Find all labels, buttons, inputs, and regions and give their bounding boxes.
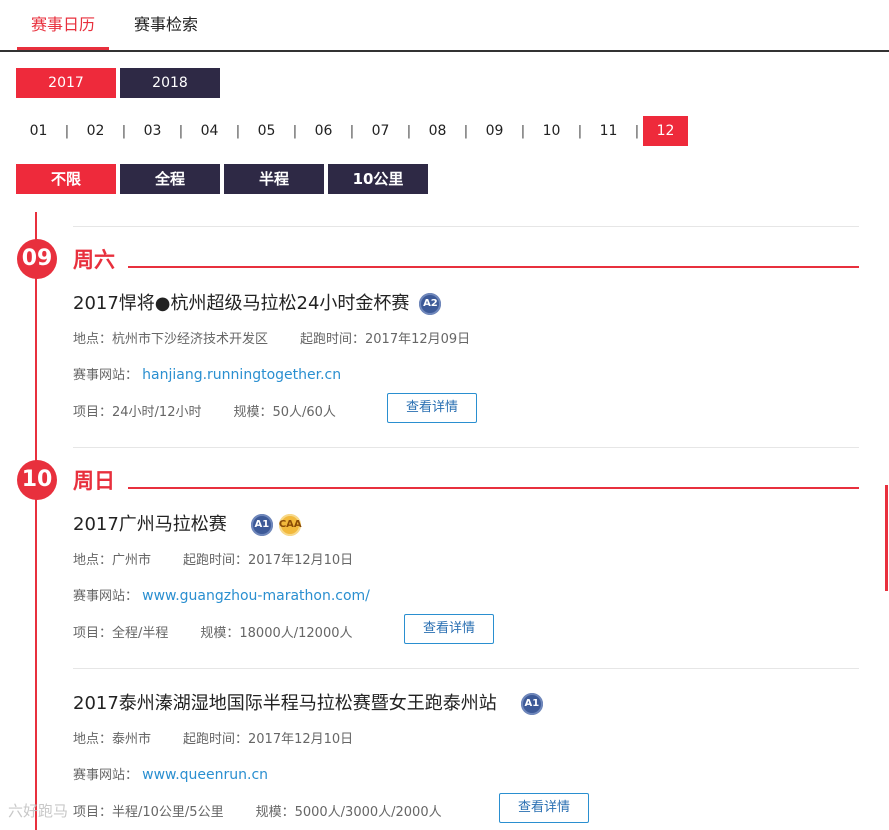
grade-badge-icon: A1 bbox=[250, 514, 273, 536]
event-start-time: 起跑时间：2017年12月10日 bbox=[183, 553, 354, 568]
month-09-button[interactable]: 09 bbox=[472, 116, 517, 146]
year-filter: 2017 2018 bbox=[16, 68, 220, 98]
filter-half-button[interactable]: 半程 bbox=[224, 164, 324, 194]
view-details-button[interactable]: 查看详情 bbox=[499, 793, 589, 823]
divider bbox=[73, 226, 859, 227]
month-separator: | bbox=[463, 123, 469, 139]
month-separator: | bbox=[178, 123, 184, 139]
event-items: 项目：半程/10公里/5公里 bbox=[73, 805, 224, 820]
month-03-button[interactable]: 03 bbox=[130, 116, 175, 146]
day-rule bbox=[128, 487, 859, 489]
month-separator: | bbox=[577, 123, 583, 139]
month-04-button[interactable]: 04 bbox=[187, 116, 232, 146]
event-start-time: 起跑时间：2017年12月09日 bbox=[300, 332, 471, 347]
event-location: 地点：杭州市下沙经济技术开发区 bbox=[73, 332, 269, 347]
month-separator: | bbox=[406, 123, 412, 139]
grade-badge-icon: A2 bbox=[419, 293, 442, 315]
event-scale: 规模：50人/60人 bbox=[233, 405, 336, 420]
event-location: 地点：泰州市 bbox=[73, 732, 152, 747]
grade-badge-icon: A1 bbox=[520, 693, 543, 715]
filter-full-button[interactable]: 全程 bbox=[120, 164, 220, 194]
timeline-line bbox=[35, 212, 37, 830]
month-10-button[interactable]: 10 bbox=[529, 116, 574, 146]
day-rule bbox=[128, 266, 859, 268]
year-2017-button[interactable]: 2017 bbox=[16, 68, 116, 98]
month-11-button[interactable]: 11 bbox=[586, 116, 631, 146]
filter-all-button[interactable]: 不限 bbox=[16, 164, 116, 194]
tab-bar: 赛事日历 赛事检索 bbox=[0, 0, 889, 52]
event-website-row: 赛事网站： hanjiang.runningtogether.cn bbox=[73, 364, 341, 383]
event-website-row: 赛事网站： www.guangzhou-marathon.com/ bbox=[73, 585, 370, 604]
month-separator: | bbox=[634, 123, 640, 139]
watermark: 六好跑马 bbox=[8, 802, 69, 820]
filter-10k-button[interactable]: 10公里 bbox=[328, 164, 428, 194]
divider bbox=[73, 447, 859, 448]
month-separator: | bbox=[64, 123, 70, 139]
event-location-row: 地点：广州市 起跑时间：2017年12月10日 bbox=[73, 549, 353, 568]
event-website-link[interactable]: www.guangzhou-marathon.com/ bbox=[142, 588, 370, 604]
caa-badge-icon: CAA bbox=[278, 514, 302, 536]
month-filter: 01 | 02 | 03 | 04 | 05 | 06 | 07 | 08 | 09 | 10 | … bbox=[16, 116, 688, 146]
event-title-text[interactable]: 2017悍将●杭州超级马拉松24小时金杯赛 bbox=[73, 293, 409, 314]
day-badge: 10 bbox=[17, 460, 57, 500]
weekday-label: 周日 bbox=[73, 469, 115, 493]
event-title[interactable]: 2017广州马拉松赛 A1 CAA bbox=[73, 510, 302, 536]
scrollbar-thumb[interactable] bbox=[885, 485, 888, 591]
event-items: 项目：全程/半程 bbox=[73, 626, 169, 641]
event-title[interactable]: 2017泰州溱湖湿地国际半程马拉松赛暨女王跑泰州站 A1 bbox=[73, 689, 543, 715]
event-items: 项目：24小时/12小时 bbox=[73, 405, 202, 420]
event-location-row: 地点：杭州市下沙经济技术开发区 起跑时间：2017年12月09日 bbox=[73, 328, 470, 347]
event-title-text[interactable]: 2017泰州溱湖湿地国际半程马拉松赛暨女王跑泰州站 bbox=[73, 693, 497, 714]
event-items-row: 项目：24小时/12小时 规模：50人/60人 bbox=[73, 401, 336, 420]
event-start-time: 起跑时间：2017年12月10日 bbox=[183, 732, 354, 747]
event-website-row: 赛事网站： www.queenrun.cn bbox=[73, 764, 268, 783]
event-scale: 规模：18000人/12000人 bbox=[200, 626, 353, 641]
year-2018-button[interactable]: 2018 bbox=[120, 68, 220, 98]
event-website-link[interactable]: www.queenrun.cn bbox=[142, 767, 268, 783]
weekday-label: 周六 bbox=[73, 248, 115, 272]
divider bbox=[73, 668, 859, 669]
event-items-row: 项目：半程/10公里/5公里 规模：5000人/3000人/2000人 bbox=[73, 801, 442, 820]
month-separator: | bbox=[292, 123, 298, 139]
website-label: 赛事网站： bbox=[73, 368, 139, 383]
distance-filter: 不限 全程 半程 10公里 bbox=[16, 164, 428, 194]
month-separator: | bbox=[121, 123, 127, 139]
month-07-button[interactable]: 07 bbox=[358, 116, 403, 146]
day-badge: 09 bbox=[17, 239, 57, 279]
view-details-button[interactable]: 查看详情 bbox=[387, 393, 477, 423]
month-01-button[interactable]: 01 bbox=[16, 116, 61, 146]
tab-race-calendar[interactable]: 赛事日历 bbox=[17, 14, 110, 50]
event-items-row: 项目：全程/半程 规模：18000人/12000人 bbox=[73, 622, 352, 641]
view-details-button[interactable]: 查看详情 bbox=[404, 614, 494, 644]
event-location-row: 地点：泰州市 起跑时间：2017年12月10日 bbox=[73, 728, 353, 747]
event-website-link[interactable]: hanjiang.runningtogether.cn bbox=[142, 367, 341, 383]
month-12-button[interactable]: 12 bbox=[643, 116, 688, 146]
month-separator: | bbox=[349, 123, 355, 139]
month-05-button[interactable]: 05 bbox=[244, 116, 289, 146]
website-label: 赛事网站： bbox=[73, 589, 139, 604]
month-separator: | bbox=[235, 123, 241, 139]
event-location: 地点：广州市 bbox=[73, 553, 152, 568]
month-06-button[interactable]: 06 bbox=[301, 116, 346, 146]
tab-race-search[interactable]: 赛事检索 bbox=[120, 14, 212, 36]
event-scale: 规模：5000人/3000人/2000人 bbox=[255, 805, 442, 820]
month-02-button[interactable]: 02 bbox=[73, 116, 118, 146]
event-title-text[interactable]: 2017广州马拉松赛 bbox=[73, 514, 227, 535]
event-title[interactable]: 2017悍将●杭州超级马拉松24小时金杯赛 A2 bbox=[73, 289, 442, 315]
month-separator: | bbox=[520, 123, 526, 139]
month-08-button[interactable]: 08 bbox=[415, 116, 460, 146]
website-label: 赛事网站： bbox=[73, 768, 139, 783]
